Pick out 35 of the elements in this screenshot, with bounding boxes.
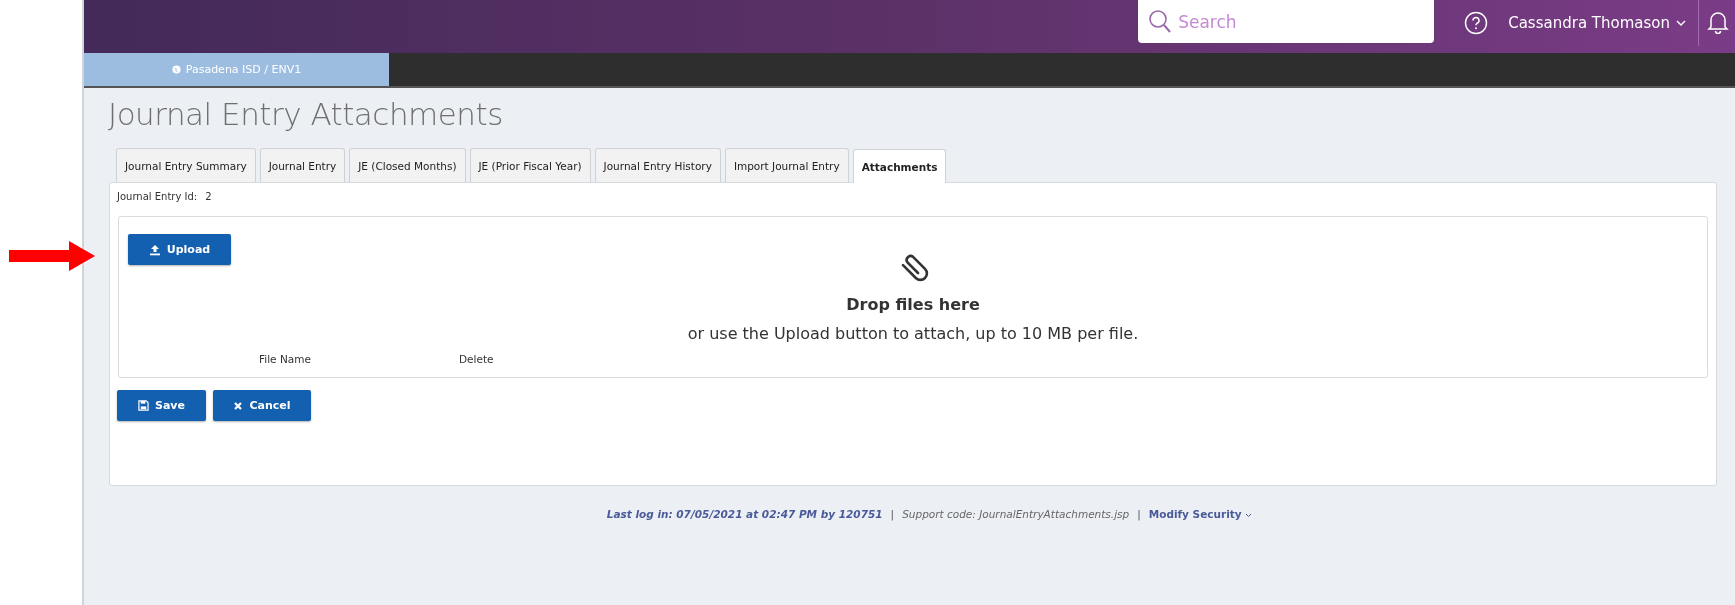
id-label: Journal Entry Id:	[117, 191, 198, 202]
tab[interactable]: Journal Entry	[259, 148, 346, 182]
modify-security-link[interactable]: Modify Security	[1148, 508, 1253, 520]
drop-zone[interactable]: Upload Drop files here or use the Upload button to attach, up to 10 MB per file. File Name Delete	[118, 216, 1708, 378]
chevron-down-icon	[1245, 513, 1253, 518]
drop-hint: or use the Upload button to attach, up to 10 MB per file.	[687, 324, 1139, 343]
drop-heading: Drop files here	[846, 295, 980, 314]
bell-icon[interactable]	[1707, 10, 1729, 34]
tab[interactable]: Journal Entry History	[594, 148, 721, 182]
column-header: Delete	[459, 353, 495, 365]
separator: |	[890, 508, 895, 520]
tab[interactable]: JE (Closed Months)	[349, 148, 466, 182]
last-login: Last log in: 07/05/2021 at 02:47 PM by 120751	[606, 508, 883, 520]
separator: |	[1137, 508, 1141, 520]
tab[interactable]: Attachments	[852, 149, 947, 183]
upload-button[interactable]: Upload	[128, 234, 231, 265]
column-header: File Name	[259, 353, 312, 365]
search-field[interactable]: Search	[1138, 0, 1435, 43]
tab[interactable]: JE (Prior Fiscal Year)	[469, 148, 591, 182]
help-icon[interactable]	[1464, 11, 1489, 35]
globe-icon	[171, 65, 181, 74]
support-code: Support code: JournalEntryAttachments.jsp	[902, 508, 1130, 520]
upload-icon	[148, 243, 161, 256]
tab[interactable]: Journal Entry Summary	[116, 148, 256, 182]
user-menu[interactable]: Cassandra Thomason	[1508, 0, 1699, 46]
page-title: Journal Entry Attachments	[108, 96, 504, 132]
id-value: 2	[205, 191, 212, 202]
close-icon	[233, 400, 244, 411]
tab[interactable]: Import Journal Entry	[724, 148, 849, 182]
arrow-icon	[9, 241, 95, 271]
chevron-down-icon	[1676, 20, 1686, 26]
save-button[interactable]: Save	[117, 390, 206, 421]
search-icon	[1148, 9, 1173, 35]
floppy-icon	[138, 400, 149, 411]
cancel-button[interactable]: Cancel	[213, 390, 311, 421]
